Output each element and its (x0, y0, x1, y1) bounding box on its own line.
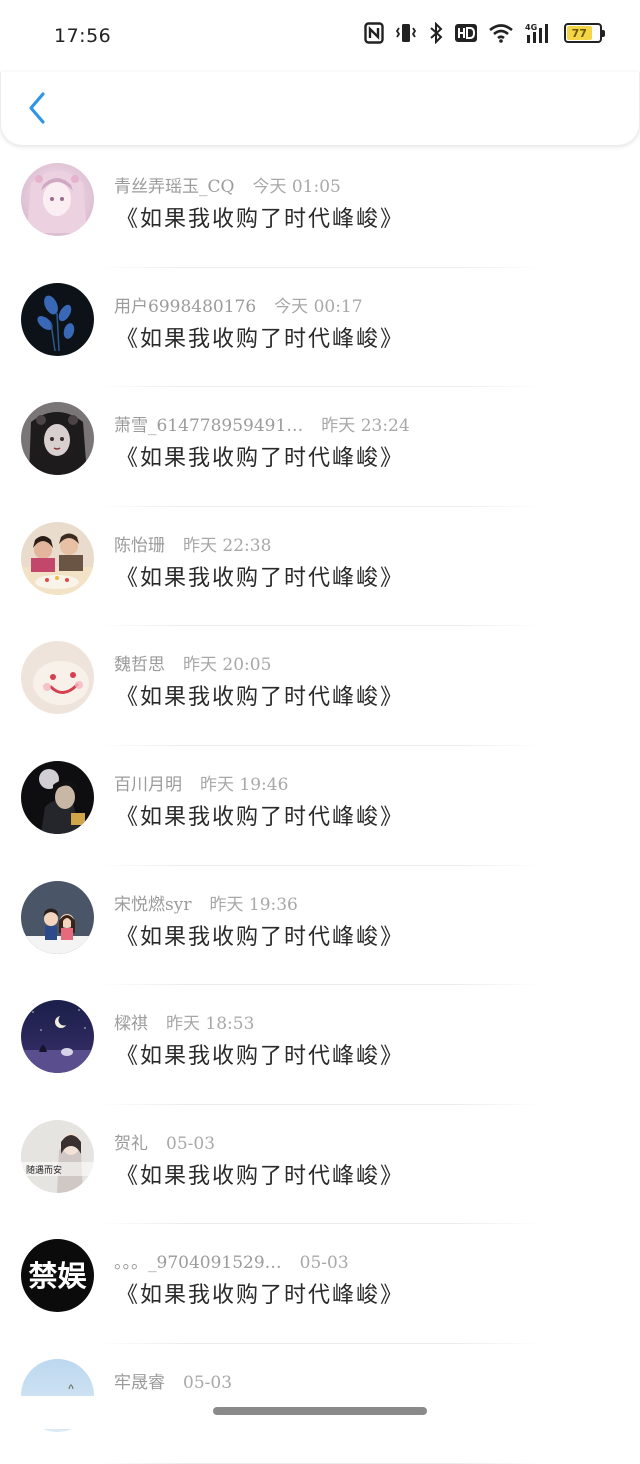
comment-text: 《如果我收购了时代峰峻》 (116, 1163, 405, 1189)
comment-meta: 贺礼 05-03 (114, 1129, 215, 1154)
user-name[interactable]: 。。。_9704091529… (114, 1248, 282, 1273)
list-item[interactable]: 陈怡珊 昨天 22:38 《如果我收购了时代峰峻》 (0, 507, 640, 627)
timestamp: 今天 01:05 (252, 177, 341, 197)
avatar[interactable] (21, 521, 94, 595)
comment-text: 《如果我收购了时代峰峻》 (116, 326, 405, 352)
timestamp: 05-03 (183, 1372, 233, 1393)
hd-icon (455, 24, 477, 42)
comment-text: 《如果我收购了时代峰峻》 (116, 207, 405, 232)
comment-text: 《如果我收购了时代峰峻》 (116, 1044, 405, 1070)
list-item[interactable]: 萧雪_614778959491… 昨天 23:24 《如果我收购了时代峰峻》 (0, 387, 640, 507)
user-name[interactable]: 百川月明 (114, 770, 182, 795)
avatar[interactable] (21, 880, 94, 954)
avatar[interactable] (21, 163, 94, 236)
timestamp: 昨天 19:46 (200, 774, 289, 795)
home-indicator[interactable] (213, 1407, 427, 1415)
back-button[interactable] (19, 88, 55, 128)
timestamp: 今天 00:17 (274, 296, 363, 317)
avatar[interactable] (21, 641, 94, 715)
battery-icon: 77 (564, 23, 605, 43)
list-item[interactable]: 魏哲思 昨天 20:05 《如果我收购了时代峰峻》 (0, 626, 640, 746)
avatar[interactable] (21, 402, 94, 476)
comment-meta: 樑祺 昨天 18:53 (114, 1009, 254, 1034)
battery-level: 77 (567, 26, 592, 40)
bluetooth-icon (428, 22, 444, 44)
avatar[interactable] (21, 282, 94, 356)
list-item[interactable]: 青丝弄瑶玉_CQ 今天 01:05 《如果我收购了时代峰峻》 (0, 148, 640, 268)
comment-text: 《如果我收购了时代峰峻》 (116, 804, 405, 830)
user-name[interactable]: 牢晟睿 (114, 1368, 165, 1393)
avatar[interactable] (21, 1000, 94, 1074)
status-bar: 17:56 4G 77 (0, 0, 640, 72)
svg-text:禁娱: 禁娱 (28, 1259, 87, 1293)
list-item[interactable]: 宋悦燃syr 昨天 19:36 《如果我收购了时代峰峻》 (0, 866, 640, 986)
status-time: 17:56 (54, 25, 112, 47)
user-name[interactable]: 贺礼 (114, 1129, 148, 1154)
user-name[interactable]: 樑祺 (114, 1009, 148, 1034)
timestamp: 昨天 18:53 (166, 1014, 255, 1035)
user-name[interactable]: 用户6998480176 (114, 292, 256, 317)
comment-meta: 宋悦燃syr 昨天 19:36 (114, 890, 298, 915)
comment-meta: 魏哲思 昨天 20:05 (114, 650, 271, 675)
avatar[interactable]: 随遇而安 (21, 1119, 94, 1193)
comment-text: 《如果我收购了时代峰峻》 (116, 1283, 405, 1309)
comment-text: 《如果我收购了时代峰峻》 (116, 446, 405, 472)
timestamp: 昨天 23:24 (321, 416, 410, 437)
list-item[interactable]: 百川月明 昨天 19:46 《如果我收购了时代峰峻》 (0, 746, 640, 866)
timestamp: 05-03 (299, 1253, 349, 1274)
comment-meta: 牢晟睿 05-03 (114, 1368, 232, 1393)
status-icons: 4G 77 (364, 22, 605, 44)
nav-header (0, 72, 640, 146)
list-item[interactable]: 随遇而安 贺礼 05-03 《如果我收购了时代峰峻》 (0, 1105, 640, 1225)
user-name[interactable]: 青丝弄瑶玉_CQ (114, 172, 234, 197)
svg-text:4G: 4G (525, 23, 537, 32)
chevron-left-icon (29, 92, 45, 124)
nfc-icon (364, 22, 384, 44)
timestamp: 昨天 22:38 (183, 535, 272, 556)
wifi-icon (488, 23, 514, 43)
timestamp: 昨天 19:36 (209, 894, 298, 915)
user-name[interactable]: 宋悦燃syr (114, 890, 191, 915)
user-name[interactable]: 萧雪_614778959491… (114, 411, 303, 436)
comment-text: 《如果我收购了时代峰峻》 (116, 565, 405, 591)
signal-4g-icon: 4G (525, 22, 553, 44)
timestamp: 05-03 (166, 1133, 216, 1154)
svg-text:随遇而安: 随遇而安 (26, 1164, 62, 1176)
comment-meta: 百川月明 昨天 19:46 (114, 770, 288, 795)
comment-meta: 萧雪_614778959491… 昨天 23:24 (114, 411, 410, 436)
divider (96, 1462, 544, 1464)
comment-meta: 陈怡珊 昨天 22:38 (114, 531, 271, 556)
comment-meta: 青丝弄瑶玉_CQ 今天 01:05 (114, 172, 341, 197)
list-item[interactable]: 用户6998480176 今天 00:17 《如果我收购了时代峰峻》 (0, 268, 640, 388)
timestamp: 昨天 20:05 (183, 655, 272, 676)
comment-meta: 。。。_9704091529… 05-03 (114, 1248, 349, 1273)
vibrate-icon (395, 22, 417, 44)
comment-text: 《如果我收购了时代峰峻》 (116, 924, 405, 950)
user-name[interactable]: 魏哲思 (114, 650, 165, 675)
avatar[interactable] (21, 760, 94, 834)
list-item[interactable]: 禁娱 。。。_9704091529… 05-03 《如果我收购了时代峰峻》 (0, 1224, 640, 1344)
list-item[interactable]: 樑祺 昨天 18:53 《如果我收购了时代峰峻》 (0, 985, 640, 1105)
comment-meta: 用户6998480176 今天 00:17 (114, 292, 363, 317)
comment-text: 《如果我收购了时代峰峻》 (116, 685, 405, 711)
user-name[interactable]: 陈怡珊 (114, 531, 165, 556)
avatar[interactable]: 禁娱 (21, 1239, 94, 1313)
comment-list: 青丝弄瑶玉_CQ 今天 01:05 《如果我收购了时代峰峻》 用户6998480176… (0, 148, 640, 1464)
